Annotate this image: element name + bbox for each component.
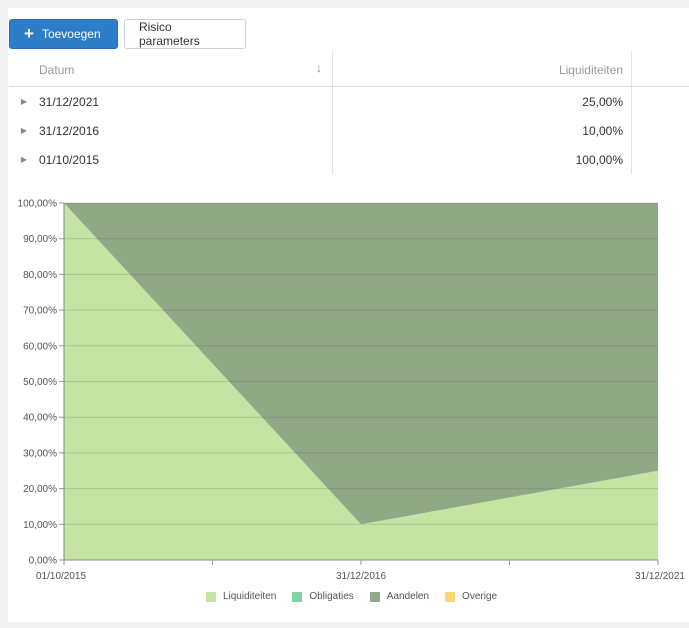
- expand-icon[interactable]: ▶: [9, 97, 39, 106]
- column-header-filler: [632, 51, 689, 86]
- table-row[interactable]: ▶ 31/12/2016 10,00%: [9, 116, 689, 145]
- cell-date: ▶ 31/12/2016: [9, 116, 333, 145]
- legend-swatch: [445, 591, 456, 602]
- y-tick-label: 90,00%: [23, 234, 57, 245]
- column-header-liquiditeiten[interactable]: Liquiditeiten: [333, 51, 632, 86]
- cell-liquiditeiten: 100,00%: [333, 145, 632, 174]
- y-tick-label: 80,00%: [23, 270, 57, 281]
- legend-label: Liquiditeiten: [222, 591, 277, 602]
- table-row[interactable]: ▶ 01/10/2015 100,00%: [9, 145, 689, 174]
- y-tick-label: 60,00%: [23, 341, 57, 352]
- y-tick-label: 100,00%: [18, 199, 58, 210]
- sort-descending-icon[interactable]: ↓: [316, 61, 322, 75]
- legend-item-overige[interactable]: Overige: [445, 591, 497, 602]
- y-tick-label: 40,00%: [23, 413, 57, 424]
- toolbar: + Toevoegen Risico parameters: [9, 19, 246, 49]
- legend-label: Obligaties: [309, 591, 354, 602]
- x-tick-label: 31/12/2016: [336, 571, 386, 582]
- expand-icon[interactable]: ▶: [9, 155, 39, 164]
- legend-swatch: [205, 591, 216, 602]
- row-date: 01/10/2015: [39, 152, 100, 167]
- cell-filler: [632, 116, 689, 145]
- row-date: 31/12/2016: [39, 123, 100, 138]
- plus-icon: +: [24, 23, 34, 43]
- table-row[interactable]: ▶ 31/12/2021 25,00%: [9, 87, 689, 116]
- cell-liquiditeiten: 10,00%: [333, 116, 632, 145]
- legend-swatch: [292, 591, 303, 602]
- y-tick-label: 70,00%: [23, 306, 57, 317]
- grid-header: Datum ↓ Liquiditeiten: [9, 51, 689, 87]
- expand-icon[interactable]: ▶: [9, 126, 39, 135]
- chart-legend: Liquiditeiten Obligaties Aandelen Overige: [0, 591, 689, 602]
- add-button-label: Toevoegen: [41, 27, 101, 41]
- row-liquiditeiten: 25,00%: [582, 94, 623, 109]
- cell-date: ▶ 31/12/2021: [9, 87, 333, 116]
- row-date: 31/12/2021: [39, 94, 100, 109]
- legend-swatch: [369, 591, 380, 602]
- row-liquiditeiten: 100,00%: [575, 152, 623, 167]
- y-tick-label: 50,00%: [23, 377, 57, 388]
- row-liquiditeiten: 10,00%: [582, 123, 623, 138]
- column-header-date-label: Datum: [39, 63, 75, 77]
- y-tick-label: 0,00%: [29, 556, 57, 567]
- x-tick-label: 31/12/2021: [635, 571, 685, 582]
- legend-item-obligaties[interactable]: Obligaties: [292, 591, 354, 602]
- y-tick-label: 20,00%: [23, 484, 57, 495]
- cell-filler: [632, 87, 689, 116]
- x-tick-label: 01/10/2015: [36, 571, 86, 582]
- y-tick-label: 10,00%: [23, 520, 57, 531]
- y-tick-label: 30,00%: [23, 448, 57, 459]
- allocation-grid: Datum ↓ Liquiditeiten ▶ 31/12/2021 25,00…: [9, 51, 689, 174]
- legend-item-aandelen[interactable]: Aandelen: [369, 591, 430, 602]
- cell-date: ▶ 01/10/2015: [9, 145, 333, 174]
- column-header-date[interactable]: Datum ↓: [9, 51, 333, 86]
- legend-item-liquiditeiten[interactable]: Liquiditeiten: [205, 591, 277, 602]
- legend-label: Aandelen: [386, 591, 430, 602]
- column-header-liquiditeiten-label: Liquiditeiten: [558, 63, 623, 77]
- cell-liquiditeiten: 25,00%: [333, 87, 632, 116]
- legend-label: Overige: [462, 591, 498, 602]
- cell-filler: [632, 145, 689, 174]
- risk-parameters-button[interactable]: Risico parameters: [124, 19, 246, 49]
- add-button[interactable]: + Toevoegen: [9, 19, 118, 49]
- allocation-area-chart: 0,00% 10,00% 20,00% 30,00% 40,00% 50,00% 60,00…: [18, 199, 686, 583]
